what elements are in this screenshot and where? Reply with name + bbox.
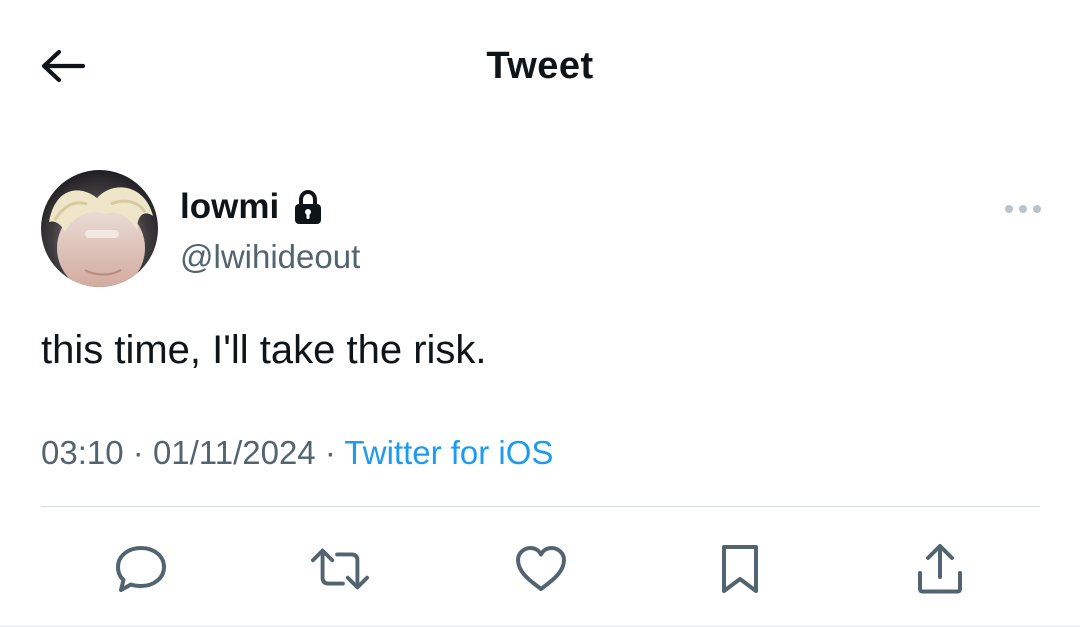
page-title: Tweet [486, 45, 594, 87]
author-name: lowmi [180, 187, 280, 226]
bookmark-button[interactable] [710, 540, 770, 598]
author-name-row[interactable]: lowmi [180, 184, 323, 230]
tweet-time[interactable]: 03:10 [41, 434, 124, 471]
tweet-meta: 03:10 · 01/11/2024 · Twitter for iOS [41, 432, 553, 474]
more-horizontal-icon [1005, 205, 1041, 213]
avatar[interactable] [41, 170, 158, 287]
reply-button[interactable] [111, 540, 171, 598]
share-button[interactable] [910, 540, 970, 598]
retweet-button[interactable] [310, 540, 370, 598]
meta-separator: · [132, 434, 144, 471]
divider [41, 506, 1040, 507]
lock-icon [295, 189, 322, 224]
bookmark-icon [722, 545, 758, 593]
reply-icon [116, 546, 166, 592]
author-handle[interactable]: @lwihideout [180, 236, 360, 278]
share-icon [918, 544, 962, 594]
meta-separator: · [324, 434, 336, 471]
retweet-icon [310, 548, 370, 590]
avatar-photo [41, 170, 158, 287]
like-button[interactable] [511, 540, 571, 598]
tweet-text: this time, I'll take the risk. [41, 328, 487, 372]
tweet-source-link[interactable]: Twitter for iOS [344, 434, 553, 471]
more-options-button[interactable] [1000, 196, 1046, 222]
tweet-date[interactable]: 01/11/2024 [153, 434, 316, 471]
heart-icon [516, 546, 566, 591]
